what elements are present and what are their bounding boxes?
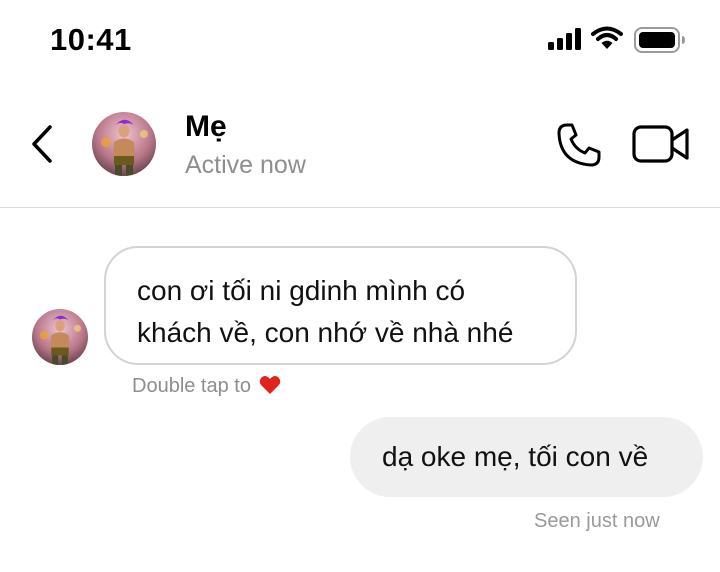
battery-icon	[634, 27, 685, 53]
avatar[interactable]	[92, 112, 156, 176]
incoming-message-line: khách về, con nhớ về nhà nhé	[137, 317, 514, 348]
cellular-signal-icon	[548, 28, 581, 50]
chat-screen: 10:41 Mẹ Active now con ơi tối ni gdinh …	[0, 0, 720, 572]
incoming-message-bubble[interactable]: con ơi tối ni gdinh mình có khách về, co…	[104, 246, 577, 365]
outgoing-message-bubble[interactable]: dạ oke mẹ, tối con về	[350, 417, 703, 497]
video-call-button[interactable]	[632, 124, 690, 164]
double-tap-hint: Double tap to	[132, 375, 281, 398]
contact-status: Active now	[185, 151, 306, 179]
heart-icon	[259, 376, 280, 394]
incoming-message-line: con ơi tối ni gdinh mình có	[137, 275, 466, 306]
wifi-icon	[591, 26, 623, 49]
status-time: 10:41	[50, 22, 132, 57]
outgoing-message-text: dạ oke mẹ, tối con về	[382, 441, 649, 472]
back-button[interactable]	[30, 124, 56, 164]
sender-avatar[interactable]	[32, 309, 88, 365]
header-divider	[0, 207, 720, 208]
seen-receipt: Seen just now	[534, 510, 660, 532]
contact-name[interactable]: Mẹ	[185, 110, 227, 144]
phone-call-button[interactable]	[556, 122, 602, 168]
double-tap-hint-text: Double tap to	[132, 375, 251, 397]
